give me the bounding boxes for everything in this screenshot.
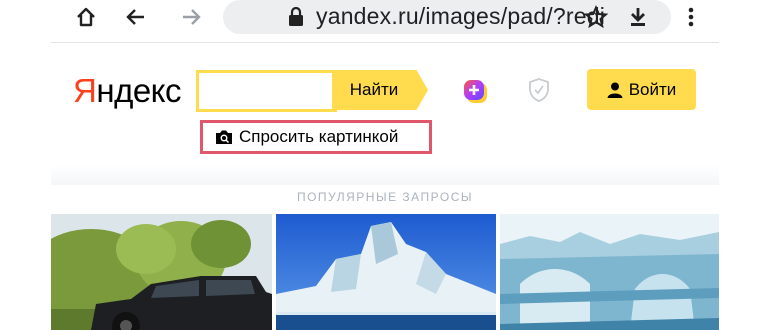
logo-text: ндекс xyxy=(96,72,181,109)
shield-icon[interactable] xyxy=(527,77,551,103)
image-tile-suv[interactable] xyxy=(51,214,272,330)
image-tile-ice-arch[interactable] xyxy=(500,214,719,330)
login-button[interactable]: Войти xyxy=(587,69,696,110)
star-icon[interactable] xyxy=(581,2,611,32)
home-icon[interactable] xyxy=(71,2,101,32)
yandex-plus-icon[interactable] xyxy=(463,79,487,103)
forward-icon[interactable] xyxy=(176,2,206,32)
lock-icon[interactable] xyxy=(281,2,311,32)
popular-queries-heading: ПОПУЛЯРНЫЕ ЗАПРОСЫ xyxy=(296,190,474,204)
menu-icon[interactable] xyxy=(676,2,706,32)
image-tile-iceberg[interactable] xyxy=(276,214,496,330)
ask-by-picture-label: Спросить картинкой xyxy=(239,127,399,146)
search-input[interactable] xyxy=(196,70,337,112)
user-icon xyxy=(607,82,623,98)
yandex-logo[interactable]: Яндекс xyxy=(73,72,181,110)
camera-search-icon xyxy=(216,130,232,144)
download-icon[interactable] xyxy=(623,2,653,32)
url-text[interactable]: yandex.ru/images/pad/?redi xyxy=(316,3,605,30)
search-button[interactable]: Найти xyxy=(332,70,428,110)
search-form: Найти xyxy=(196,70,428,112)
back-icon[interactable] xyxy=(121,2,151,32)
login-label: Войти xyxy=(628,79,677,99)
logo-letter: Я xyxy=(73,72,97,109)
header-divider-fade xyxy=(51,165,719,185)
ask-by-picture-button[interactable]: Спросить картинкой xyxy=(200,120,432,154)
